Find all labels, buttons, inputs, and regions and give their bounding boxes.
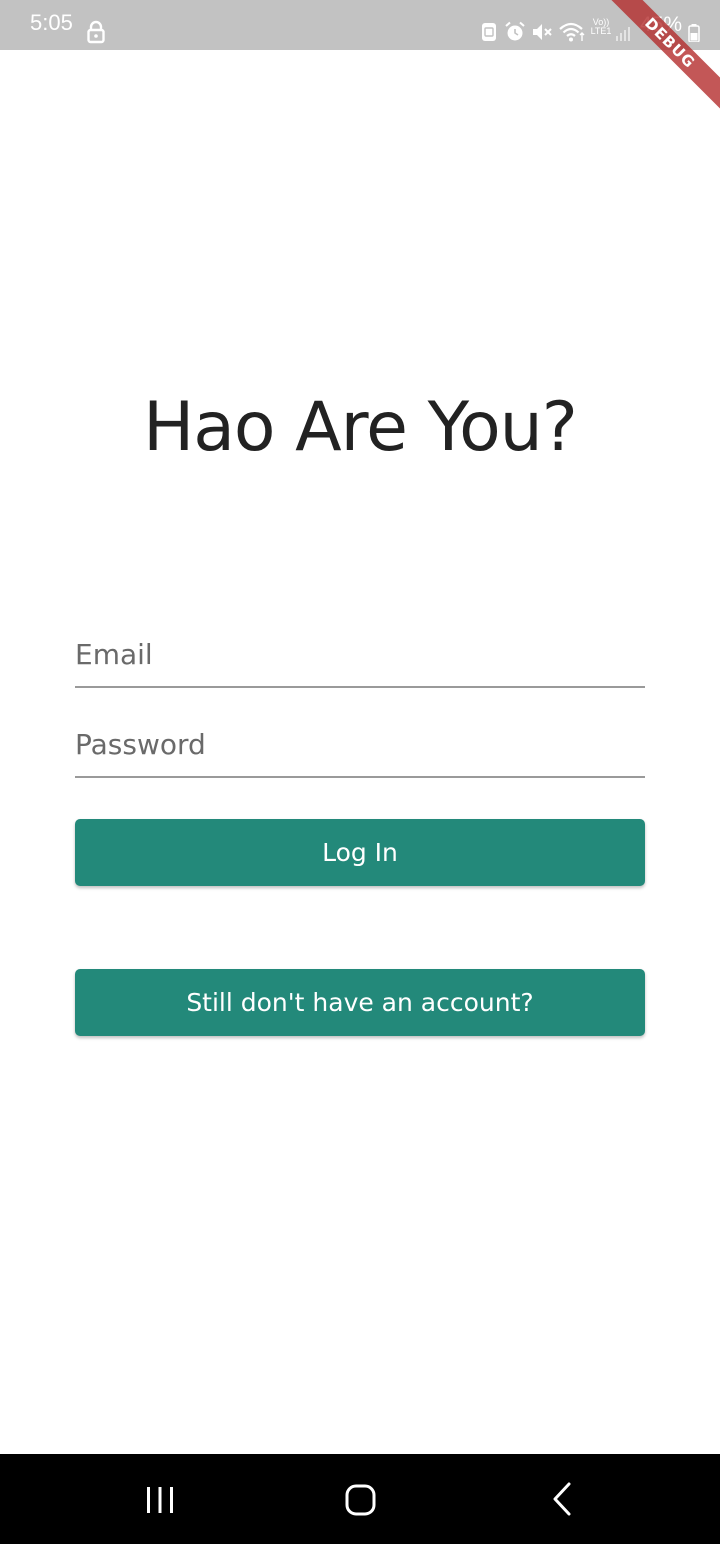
page-title: Hao Are You?: [143, 388, 578, 467]
screenshot-icon: [482, 23, 496, 41]
recents-icon[interactable]: [136, 1476, 184, 1524]
navigation-bar: [0, 1454, 720, 1544]
email-field[interactable]: [75, 634, 645, 674]
login-button[interactable]: Log In: [75, 819, 645, 886]
back-icon[interactable]: [538, 1476, 586, 1524]
volte-bottom-label: LTE1: [590, 26, 612, 36]
status-time: 5:05: [30, 10, 73, 35]
volte-icon: Vo)) LTE1: [589, 18, 613, 36]
signal-icon: [616, 27, 630, 41]
signup-button[interactable]: Still don't have an account?: [75, 969, 645, 1036]
wifi-icon: [559, 22, 585, 42]
mute-icon: [533, 24, 552, 40]
status-bar: 5:05 Vo)) LTE1 45%: [0, 0, 720, 50]
email-field-container: [75, 628, 645, 688]
home-icon[interactable]: [336, 1476, 384, 1524]
alarm-icon: [505, 21, 525, 41]
password-field[interactable]: [75, 724, 645, 764]
password-field-container: [75, 718, 645, 778]
lock-icon: [87, 20, 105, 44]
battery-icon: [688, 24, 700, 42]
battery-percent: 45%: [640, 13, 683, 36]
